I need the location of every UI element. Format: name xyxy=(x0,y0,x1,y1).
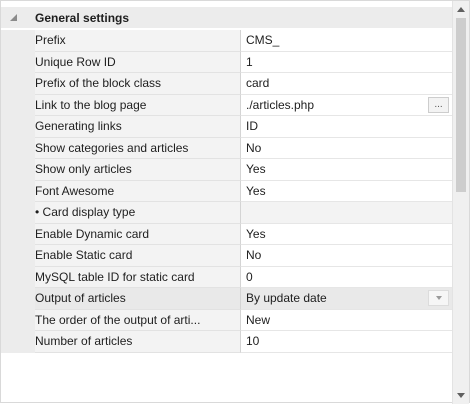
property-value-text: No xyxy=(246,248,262,263)
property-name: Show only articles xyxy=(35,159,241,181)
property-value[interactable]: ID xyxy=(241,116,453,138)
scroll-up-arrow-icon[interactable] xyxy=(453,1,469,18)
property-value-text: Yes xyxy=(246,226,266,241)
property-name: Number of articles xyxy=(35,331,241,353)
property-row-enable-dynamic-card[interactable]: Enable Dynamic card Yes xyxy=(1,223,453,245)
row-gutter xyxy=(1,30,35,52)
browse-ellipsis-button[interactable]: ... xyxy=(428,96,449,113)
property-row-output-order[interactable]: The order of the output of arti... New xyxy=(1,309,453,331)
property-row-font-awesome[interactable]: Font Awesome Yes xyxy=(1,180,453,202)
property-value[interactable]: Yes xyxy=(241,223,453,245)
row-gutter xyxy=(1,309,35,331)
property-name: Generating links xyxy=(35,116,241,138)
property-name: MySQL table ID for static card xyxy=(35,266,241,288)
row-gutter xyxy=(1,137,35,159)
collapse-triangle-icon[interactable] xyxy=(1,14,25,21)
property-row-blog-link[interactable]: Link to the blog page ./articles.php ... xyxy=(1,94,453,116)
property-name: Enable Dynamic card xyxy=(35,223,241,245)
property-value-text: ID xyxy=(246,119,258,134)
property-value-text: New xyxy=(246,312,271,327)
property-name: Output of articles xyxy=(35,288,241,310)
property-row-prefix[interactable]: Prefix CMS_ xyxy=(1,30,453,52)
row-gutter xyxy=(1,94,35,116)
property-value-text: Yes xyxy=(246,162,266,177)
property-row-show-categories[interactable]: Show categories and articles No xyxy=(1,137,453,159)
scroll-down-arrow-icon[interactable] xyxy=(453,387,469,404)
property-name: Unique Row ID xyxy=(35,51,241,73)
row-gutter xyxy=(1,116,35,138)
row-gutter xyxy=(1,245,35,267)
row-gutter xyxy=(1,51,35,73)
category-title: General settings xyxy=(35,10,130,25)
property-value[interactable]: card xyxy=(241,73,453,95)
property-value-text: No xyxy=(246,140,262,155)
property-name: Link to the blog page xyxy=(35,94,241,116)
property-row-block-class-prefix[interactable]: Prefix of the block class card xyxy=(1,73,453,95)
row-gutter xyxy=(1,159,35,181)
property-value[interactable]: Yes xyxy=(241,159,453,181)
property-name: Prefix xyxy=(35,30,241,52)
property-row-number-of-articles[interactable]: Number of articles 10 xyxy=(1,331,453,353)
property-name: • Card display type xyxy=(35,202,241,224)
property-row-mysql-table-id[interactable]: MySQL table ID for static card 0 xyxy=(1,266,453,288)
property-row-show-only-articles[interactable]: Show only articles Yes xyxy=(1,159,453,181)
chevron-down-icon xyxy=(435,296,442,300)
property-value-text: ./articles.php xyxy=(246,97,315,112)
property-name: Prefix of the block class xyxy=(35,73,241,95)
property-value-text: 1 xyxy=(246,54,253,69)
property-name: Enable Static card xyxy=(35,245,241,267)
property-row-card-display-type[interactable]: • Card display type xyxy=(1,202,453,224)
row-gutter xyxy=(1,73,35,95)
property-value-text: CMS_ xyxy=(246,33,280,48)
property-value[interactable]: Yes xyxy=(241,180,453,202)
property-value[interactable]: 0 xyxy=(241,266,453,288)
property-row-output-of-articles[interactable]: Output of articles By update date xyxy=(1,288,453,310)
property-value[interactable]: New xyxy=(241,309,453,331)
row-gutter xyxy=(1,223,35,245)
row-gutter xyxy=(1,288,35,310)
property-value[interactable]: CMS_ xyxy=(241,30,453,52)
property-value[interactable]: No xyxy=(241,245,453,267)
property-value[interactable] xyxy=(241,202,453,224)
dropdown-button[interactable] xyxy=(428,290,449,306)
property-row-enable-static-card[interactable]: Enable Static card No xyxy=(1,245,453,267)
row-gutter xyxy=(1,331,35,353)
property-value[interactable]: No xyxy=(241,137,453,159)
property-value-text: 10 xyxy=(246,334,260,349)
row-gutter xyxy=(1,202,35,224)
property-row-unique-row-id[interactable]: Unique Row ID 1 xyxy=(1,51,453,73)
property-value[interactable]: 10 xyxy=(241,331,453,353)
vertical-scrollbar[interactable] xyxy=(452,1,469,404)
property-grid: General settings Prefix CMS_ Unique Row … xyxy=(0,0,470,404)
property-name: Font Awesome xyxy=(35,180,241,202)
row-gutter xyxy=(1,180,35,202)
property-value-text: Yes xyxy=(246,183,266,198)
row-gutter xyxy=(1,266,35,288)
property-value-text: 0 xyxy=(246,269,253,284)
property-value[interactable]: ./articles.php ... xyxy=(241,94,453,116)
property-value[interactable]: By update date xyxy=(241,288,453,310)
property-name: The order of the output of arti... xyxy=(35,309,241,331)
property-value[interactable]: 1 xyxy=(241,51,453,73)
property-name: Show categories and articles xyxy=(35,137,241,159)
scrollbar-thumb[interactable] xyxy=(456,18,466,192)
property-rows: Prefix CMS_ Unique Row ID 1 Prefix of th… xyxy=(1,30,453,353)
category-header-general-settings[interactable]: General settings xyxy=(1,7,453,28)
property-value-text: By update date xyxy=(246,291,327,306)
property-row-generating-links[interactable]: Generating links ID xyxy=(1,116,453,138)
property-value-text: card xyxy=(246,76,270,91)
